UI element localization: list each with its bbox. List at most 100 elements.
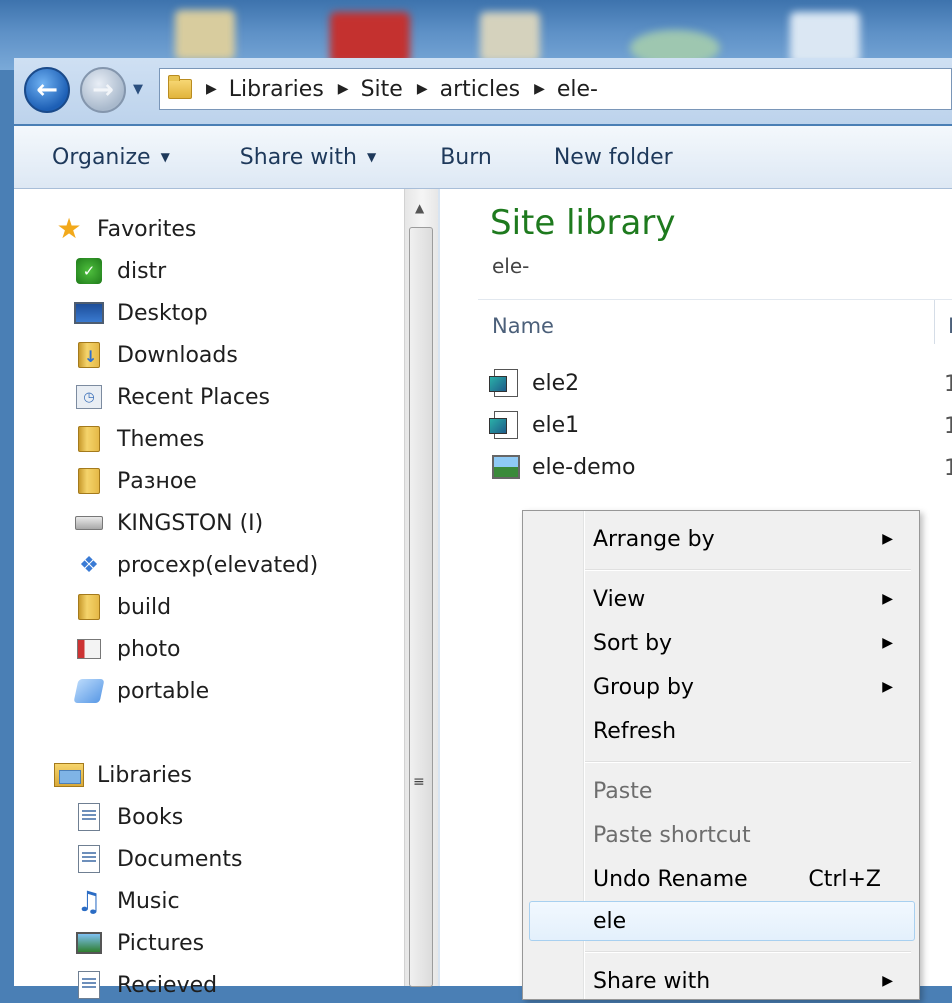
- navigation-pane: ★ Favorites ✓ distr Desktop ↓ Downloads …: [14, 189, 404, 999]
- scroll-up-icon[interactable]: ▲: [415, 201, 424, 215]
- menu-item-refresh[interactable]: Refresh: [593, 713, 903, 749]
- breadcrumb-arrow-icon[interactable]: ▶: [417, 81, 428, 97]
- menu-label: Paste: [593, 778, 653, 804]
- nav-label: Themes: [117, 426, 205, 452]
- breadcrumb-ele[interactable]: ele-: [557, 77, 598, 102]
- menu-item-sort-by[interactable]: Sort by ▶: [593, 625, 903, 661]
- file-name: ele-demo: [532, 454, 636, 480]
- nav-label: Favorites: [97, 216, 197, 242]
- menu-separator: [585, 761, 911, 763]
- back-button[interactable]: ←: [24, 67, 70, 113]
- procexp-icon: ❖: [79, 552, 99, 578]
- nav-label: Libraries: [97, 762, 193, 788]
- nav-item-pictures[interactable]: Pictures: [74, 925, 204, 961]
- column-separator[interactable]: [934, 300, 935, 344]
- nav-item-desktop[interactable]: Desktop: [74, 295, 208, 331]
- nav-item-recieved[interactable]: Recieved: [74, 967, 217, 1003]
- navigation-scrollbar[interactable]: ▲ ≡: [404, 189, 439, 987]
- menu-item-paste[interactable]: Paste: [593, 773, 903, 809]
- menu-item-group-by[interactable]: Group by ▶: [593, 669, 903, 705]
- nav-item-recent-places[interactable]: ◷ Recent Places: [74, 379, 270, 415]
- nav-label: procexp(elevated): [117, 552, 319, 578]
- file-item[interactable]: ele2: [489, 365, 579, 401]
- scrollbar-thumb[interactable]: [409, 227, 433, 987]
- recent-pages-dropdown[interactable]: ▼: [133, 82, 143, 97]
- folder-icon: [74, 425, 104, 453]
- nav-label: build: [117, 594, 172, 620]
- column-date[interactable]: D: [948, 314, 952, 338]
- burn-button[interactable]: Burn: [440, 145, 492, 170]
- breadcrumb-libraries[interactable]: Libraries: [229, 77, 324, 102]
- nav-item-downloads[interactable]: ↓ Downloads: [74, 337, 238, 373]
- column-name[interactable]: Name: [492, 314, 554, 338]
- shortcut-file-icon: [489, 369, 522, 397]
- triangle-right-icon: ▶: [882, 531, 893, 547]
- chevron-down-icon: ▼: [366, 150, 377, 164]
- shortcut-file-icon: [489, 411, 522, 439]
- nav-item-build[interactable]: build: [74, 589, 171, 625]
- breadcrumb: ▶ Libraries ▶ Site ▶ articles ▶ ele-: [192, 77, 598, 102]
- nav-libraries-header[interactable]: Libraries: [54, 757, 192, 793]
- file-name: ele1: [532, 412, 580, 438]
- file-date: 14: [944, 372, 952, 397]
- desktop-icon: [74, 299, 104, 327]
- nav-label: Разное: [117, 468, 197, 494]
- nav-label: photo: [117, 636, 181, 662]
- menu-item-share-with[interactable]: Share with ▶: [593, 963, 903, 999]
- nav-item-music[interactable]: ♫ Music: [74, 883, 179, 919]
- document-library-icon: [74, 971, 104, 999]
- address-field[interactable]: ▶ Libraries ▶ Site ▶ articles ▶ ele-: [159, 68, 952, 110]
- breadcrumb-arrow-icon[interactable]: ▶: [534, 81, 545, 97]
- nav-item-books[interactable]: Books: [74, 799, 183, 835]
- command-bar: Organize ▼ Share with ▼ Burn New folder: [14, 126, 952, 189]
- menu-item-ele[interactable]: ele: [593, 903, 903, 939]
- folder-icon: [168, 75, 192, 99]
- breadcrumb-site[interactable]: Site: [361, 77, 403, 102]
- libraries-icon: [54, 761, 84, 789]
- forward-button[interactable]: →: [80, 67, 126, 113]
- breadcrumb-arrow-icon[interactable]: ▶: [338, 81, 349, 97]
- menu-shortcut: Ctrl+Z: [808, 866, 881, 892]
- nav-item-portable[interactable]: portable: [73, 673, 210, 709]
- column-header: Name D: [478, 299, 952, 352]
- nav-item-procexp[interactable]: ❖ procexp(elevated): [74, 547, 318, 583]
- nav-item-photo[interactable]: photo: [74, 631, 180, 667]
- nav-label: portable: [117, 678, 210, 704]
- file-item[interactable]: ele-demo: [490, 449, 636, 485]
- nav-label: Books: [117, 804, 184, 830]
- menu-item-view[interactable]: View ▶: [593, 581, 903, 617]
- menu-separator: [585, 951, 911, 953]
- triangle-right-icon: ▶: [882, 591, 893, 607]
- organize-label: Organize: [52, 144, 151, 170]
- nav-item-distr[interactable]: ✓ distr: [74, 253, 166, 289]
- nav-item-themes[interactable]: Themes: [74, 421, 204, 457]
- music-note-icon: ♫: [76, 884, 102, 918]
- breadcrumb-articles[interactable]: articles: [440, 77, 520, 102]
- menu-label: Refresh: [593, 718, 677, 744]
- new-folder-button[interactable]: New folder: [554, 145, 673, 170]
- menu-label: Share with: [593, 968, 711, 994]
- menu-separator: [585, 569, 911, 571]
- triangle-right-icon: ▶: [882, 679, 893, 695]
- file-date: 14: [944, 414, 952, 439]
- nav-label: distr: [117, 258, 167, 284]
- image-file-icon: [490, 453, 522, 481]
- nav-favorites-header[interactable]: ★ Favorites: [54, 211, 196, 247]
- nav-label: Recent Places: [117, 384, 270, 410]
- menu-item-paste-shortcut[interactable]: Paste shortcut: [593, 817, 903, 853]
- document-library-icon: [74, 845, 104, 873]
- nav-item-documents[interactable]: Documents: [74, 841, 242, 877]
- nav-label: KINGSTON (I): [117, 510, 264, 536]
- nav-item-kingston[interactable]: KINGSTON (I): [74, 505, 263, 541]
- menu-item-arrange-by[interactable]: Arrange by ▶: [593, 521, 903, 557]
- menu-label: Arrange by: [593, 526, 715, 552]
- folder-icon: [74, 467, 104, 495]
- nav-item-raznoe[interactable]: Разное: [74, 463, 197, 499]
- breadcrumb-arrow-icon[interactable]: ▶: [206, 81, 217, 97]
- nav-label: Documents: [117, 846, 243, 872]
- file-item[interactable]: ele1: [489, 407, 580, 443]
- context-menu: Arrange by ▶ View ▶ Sort by ▶ Group by ▶…: [522, 510, 920, 1000]
- organize-button[interactable]: Organize ▼: [52, 145, 170, 170]
- menu-item-undo-rename[interactable]: Undo Rename Ctrl+Z: [593, 861, 903, 897]
- share-with-button[interactable]: Share with ▼: [240, 145, 376, 170]
